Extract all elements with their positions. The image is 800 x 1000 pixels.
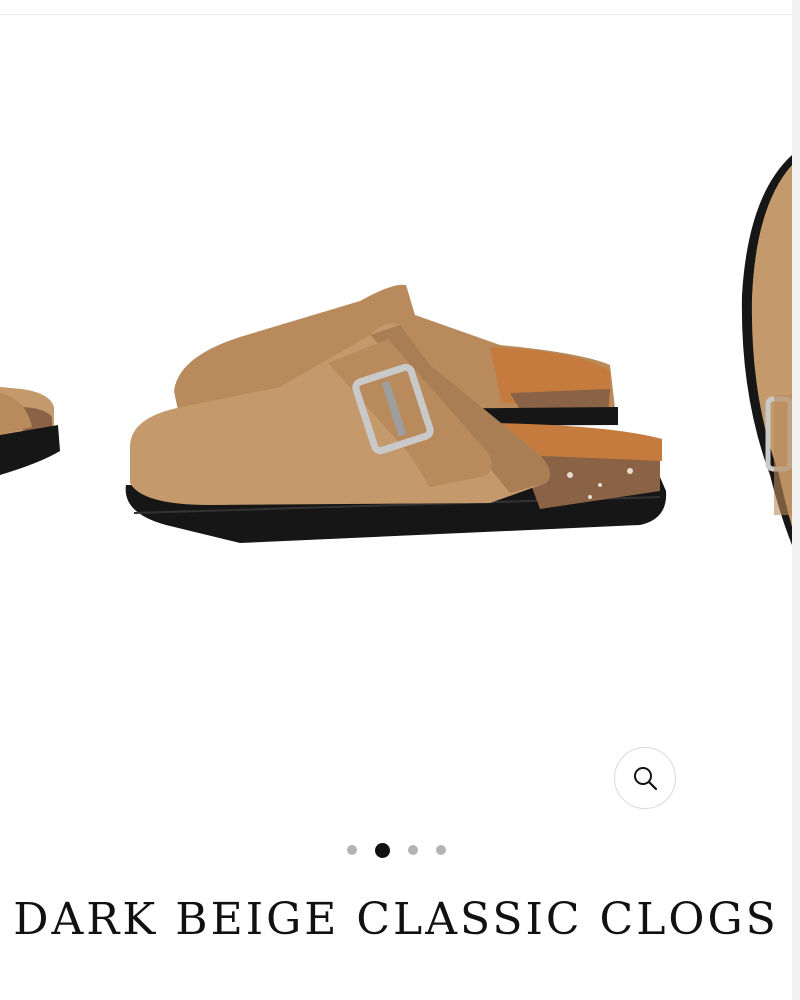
pagination-dot-3[interactable] xyxy=(407,845,418,855)
dark-beige-clog-image xyxy=(125,284,667,543)
scrollbar-track xyxy=(792,0,800,1000)
next-clog-image xyxy=(741,155,792,545)
gallery-slide-next[interactable] xyxy=(730,15,792,815)
gallery-slide-main[interactable] xyxy=(70,15,730,815)
product-image-gallery[interactable] xyxy=(0,15,792,815)
gallery-pagination xyxy=(0,840,792,860)
pagination-dot-4[interactable] xyxy=(435,845,446,855)
magnifier-icon xyxy=(634,767,658,791)
pagination-dot-1[interactable] xyxy=(346,845,357,855)
product-title: DARK BEIGE CLASSIC CLOGS xyxy=(13,894,779,945)
gallery-slide-previous[interactable] xyxy=(0,15,70,815)
pagination-dot-2-active[interactable] xyxy=(374,842,390,858)
previous-clog-image xyxy=(0,387,60,475)
zoom-button[interactable] xyxy=(614,747,676,809)
